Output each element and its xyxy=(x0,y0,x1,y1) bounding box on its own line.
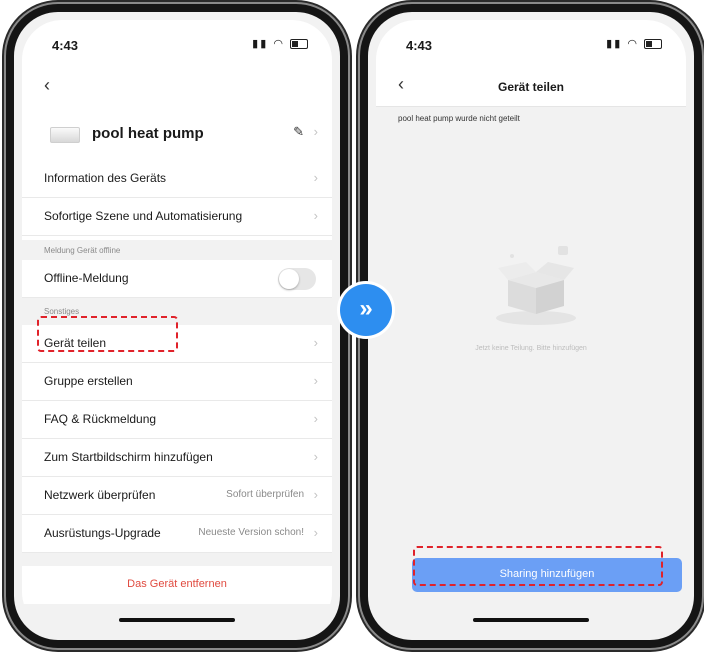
nav-bar: ‹ Gerät teilen xyxy=(376,68,686,107)
row-value: Neueste Version schon! xyxy=(198,527,304,538)
chevron-right-icon: › xyxy=(313,124,318,139)
row-label: Sofortige Szene und Automatisierung xyxy=(44,209,243,223)
row-label: Netzwerk überprüfen xyxy=(44,488,156,502)
chevron-right-icon: › xyxy=(313,411,318,426)
row-scene-automation[interactable]: Sofortige Szene und Automatisierung › xyxy=(22,198,332,236)
empty-box-illustration xyxy=(496,246,576,325)
status-bar: 4:43 ▮▮ ◠ xyxy=(22,20,332,68)
chevron-right-icon: › xyxy=(313,373,318,388)
row-add-home-screen[interactable]: Zum Startbildschirm hinzufügen › xyxy=(22,439,332,477)
chevron-right-icon: › xyxy=(313,525,318,540)
row-faq-feedback[interactable]: FAQ & Rückmeldung › xyxy=(22,401,332,439)
chevron-right-icon: › xyxy=(313,487,318,502)
device-thumbnail-icon xyxy=(50,127,80,143)
section-header-other: Sonstiges xyxy=(44,307,80,316)
home-indicator xyxy=(473,618,589,622)
highlight-add-button xyxy=(413,546,663,586)
page-title: Gerät teilen xyxy=(497,80,565,94)
row-label: Offline-Meldung xyxy=(44,271,129,285)
row-create-group[interactable]: Gruppe erstellen › xyxy=(22,363,332,401)
share-status-text: pool heat pump wurde nicht geteilt xyxy=(398,114,520,123)
row-label: Ausrüstungs-Upgrade xyxy=(44,526,161,540)
remove-device-button[interactable]: Das Gerät entfernen xyxy=(22,566,332,604)
device-name: pool heat pump xyxy=(92,125,204,142)
chevron-right-icon: › xyxy=(313,335,318,350)
chevron-right-icon: › xyxy=(313,170,318,185)
row-device-info[interactable]: Information des Geräts › xyxy=(22,160,332,198)
highlight-share-row xyxy=(37,316,178,352)
offline-toggle[interactable] xyxy=(278,268,316,290)
row-label: Information des Geräts xyxy=(44,171,167,185)
empty-state-text: Jetzt keine Teilung. Bitte hinzufügen xyxy=(475,345,587,352)
chevron-right-icon: › xyxy=(313,449,318,464)
section-header-offline: Meldung Gerät offline xyxy=(44,246,121,255)
home-indicator xyxy=(119,618,235,622)
system-icons: ▮▮ ◠ xyxy=(606,37,662,50)
share-device-screen: 4:43 ▮▮ ◠ ‹ Gerät teilen pool heat pump … xyxy=(376,20,686,632)
device-header[interactable]: pool heat pump ✎ › xyxy=(22,110,332,161)
wifi-icon: ◠ xyxy=(273,38,285,50)
chevron-right-icon: › xyxy=(313,208,318,223)
signal-icon: ▮▮ xyxy=(252,38,269,50)
row-offline-notification: Offline-Meldung xyxy=(22,260,332,298)
status-time: 4:43 xyxy=(406,38,433,53)
battery-icon xyxy=(290,39,308,50)
toggle-knob xyxy=(279,269,299,289)
status-time: 4:43 xyxy=(52,38,79,53)
edit-name-icon[interactable]: ✎ xyxy=(293,124,304,140)
remove-device-label: Das Gerät entfernen xyxy=(127,578,227,590)
signal-icon: ▮▮ xyxy=(606,38,623,50)
row-firmware-upgrade[interactable]: Ausrüstungs-Upgrade Neueste Version scho… xyxy=(22,515,332,553)
status-bar: 4:43 ▮▮ ◠ xyxy=(376,20,686,68)
row-label: Zum Startbildschirm hinzufügen xyxy=(44,450,213,464)
battery-icon xyxy=(644,39,662,50)
row-label: Gruppe erstellen xyxy=(44,374,133,388)
wifi-icon: ◠ xyxy=(627,38,639,50)
row-label: FAQ & Rückmeldung xyxy=(44,412,157,426)
row-value: Sofort überprüfen xyxy=(226,489,304,500)
next-step-arrow-icon: » xyxy=(340,284,392,336)
system-icons: ▮▮ ◠ xyxy=(252,37,308,50)
back-icon[interactable]: ‹ xyxy=(44,75,50,96)
row-check-network[interactable]: Netzwerk überprüfen Sofort überprüfen › xyxy=(22,477,332,515)
